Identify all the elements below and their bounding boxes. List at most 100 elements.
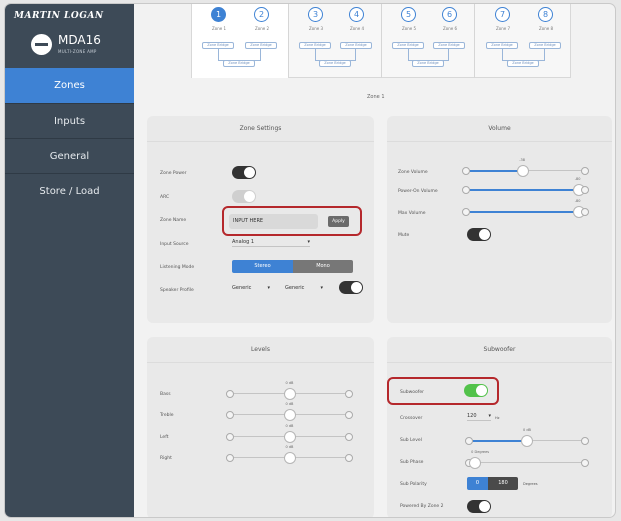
slider-thumb[interactable] [283,452,296,464]
polarity-0-button[interactable]: 0 [467,477,488,490]
zone-bridge-button[interactable]: Zone Bridge [433,42,465,49]
speaker-profile-right-select[interactable]: Generic ▾ [285,284,323,293]
zone-1-label: Zone 1 [212,26,226,31]
profile-right-value: Generic [285,285,305,291]
plus-icon[interactable] [345,390,353,398]
zone-pair-3-4: 3 4 Zone 3 Zone 4 Zone Bridge Zone Bridg… [288,4,381,78]
polarity-unit: Degrees [523,482,538,486]
max-volume-label: Max Volume [398,211,426,216]
device-name: MDA16 [58,33,101,47]
minus-icon[interactable] [226,433,234,441]
nav-item-zones[interactable]: Zones [5,68,134,103]
zone-6-label: Zone 6 [443,26,457,31]
plus-icon[interactable] [345,433,353,441]
speaker-profile-left-select[interactable]: Generic ▾ [232,284,270,293]
zone-volume-value: -38 [519,158,525,162]
slider-thumb[interactable] [517,165,530,177]
left-value: 0 dB [285,424,294,428]
input-source-label: Input Source [160,242,189,247]
powered-by-toggle[interactable] [467,500,491,513]
zone-bridge-button[interactable]: Zone Bridge [319,60,351,67]
plus-icon[interactable] [581,437,589,445]
minus-icon[interactable] [465,437,473,445]
nav-item-inputs[interactable]: Inputs [5,103,134,138]
zone-3-button[interactable]: 3 [308,7,323,22]
slider-thumb[interactable] [283,388,296,400]
zone-7-button[interactable]: 7 [495,7,510,22]
nav-item-store-load[interactable]: Store / Load [5,173,134,208]
mute-toggle[interactable] [467,228,491,241]
zone-2-button[interactable]: 2 [254,7,269,22]
right-label: Right [160,456,172,461]
volume-down-icon[interactable] [462,208,470,216]
crossover-value: 120 [467,413,477,419]
slider-thumb[interactable] [469,457,482,469]
sub-phase-label: Sub Phase [400,460,424,465]
slider-thumb[interactable] [283,431,296,443]
volume-up-icon[interactable] [581,167,589,175]
volume-down-icon[interactable] [462,167,470,175]
zone-volume-slider[interactable]: -38 [462,158,589,177]
arc-label: ARC [160,195,170,200]
volume-up-icon[interactable] [581,208,589,216]
zone-bridge-button[interactable]: Zone Bridge [529,42,561,49]
panel-title: Levels [147,337,374,363]
treble-slider[interactable]: 0 dB [226,402,353,421]
profile-left-value: Generic [232,285,252,291]
zone-1-button[interactable]: 1 [211,7,226,22]
volume-up-icon[interactable] [581,186,589,194]
zone-bridge-button[interactable]: Zone Bridge [245,42,277,49]
mono-button[interactable]: Mono [293,260,353,273]
polarity-180-button[interactable]: 180 [488,477,518,490]
plus-icon[interactable] [581,459,589,467]
zone-power-toggle[interactable] [232,166,256,179]
volume-down-icon[interactable] [462,186,470,194]
minus-icon[interactable] [226,454,234,462]
chevron-down-icon: ▾ [320,285,323,291]
power-on-volume-slider[interactable]: -80 [462,177,589,196]
volume-panel: Volume Zone Volume -38 Power-On Volume -… [387,116,612,323]
zone-bridge-button[interactable]: Zone Bridge [202,42,234,49]
zone-bridge-button[interactable]: Zone Bridge [507,60,539,67]
zone-5-button[interactable]: 5 [401,7,416,22]
sub-phase-slider[interactable]: 0 Degrees [465,450,589,469]
bass-slider[interactable]: 0 dB [226,381,353,400]
slider-thumb[interactable] [521,435,533,447]
sub-level-value: 0 dB [523,428,531,432]
zone-bridge-button[interactable]: Zone Bridge [486,42,518,49]
input-source-select[interactable]: Analog 1 ▾ [232,238,310,247]
zone-8-button[interactable]: 8 [538,7,553,22]
highlight-subwoofer [387,377,499,405]
zone-5-label: Zone 5 [402,26,416,31]
arc-toggle[interactable] [232,190,256,203]
speaker-profile-toggle[interactable] [339,281,363,294]
minus-icon[interactable] [226,390,234,398]
zone-bridge-button[interactable]: Zone Bridge [392,42,424,49]
sub-polarity-label: Sub Polarity [400,482,427,487]
zone-bridge-button[interactable]: Zone Bridge [223,60,255,67]
max-volume-slider[interactable]: -80 [462,199,589,218]
plus-icon[interactable] [345,411,353,419]
input-source-value: Analog 1 [232,239,255,245]
right-slider[interactable]: 0 dB [226,445,353,464]
slider-thumb[interactable] [283,409,296,421]
sub-level-slider[interactable]: 0 dB [465,428,589,447]
minus-icon[interactable] [226,411,234,419]
zone-pair-1-2: 1 2 Zone 1 Zone 2 Zone Bridge Zone Bridg… [192,4,288,78]
chevron-down-icon: ▾ [267,285,270,291]
nav-item-general[interactable]: General [5,138,134,173]
zone-4-button[interactable]: 4 [349,7,364,22]
left-slider[interactable]: 0 dB [226,424,353,443]
zone-bridge-button[interactable]: Zone Bridge [412,60,444,67]
stereo-button[interactable]: Stereo [232,260,293,273]
treble-value: 0 dB [285,402,294,406]
zone-7-label: Zone 7 [496,26,510,31]
sidebar: MARTIN LOGAN MDA16 MULTI-ZONE AMP Zones … [5,4,134,517]
zone-bridge-button[interactable]: Zone Bridge [340,42,372,49]
zone-bridge-button[interactable]: Zone Bridge [299,42,331,49]
zone-6-button[interactable]: 6 [442,7,457,22]
zone-name-label: Zone Name [160,218,187,223]
plus-icon[interactable] [345,454,353,462]
zone-2-label: Zone 2 [255,26,269,31]
crossover-select[interactable]: 120 ▾ [467,412,491,421]
